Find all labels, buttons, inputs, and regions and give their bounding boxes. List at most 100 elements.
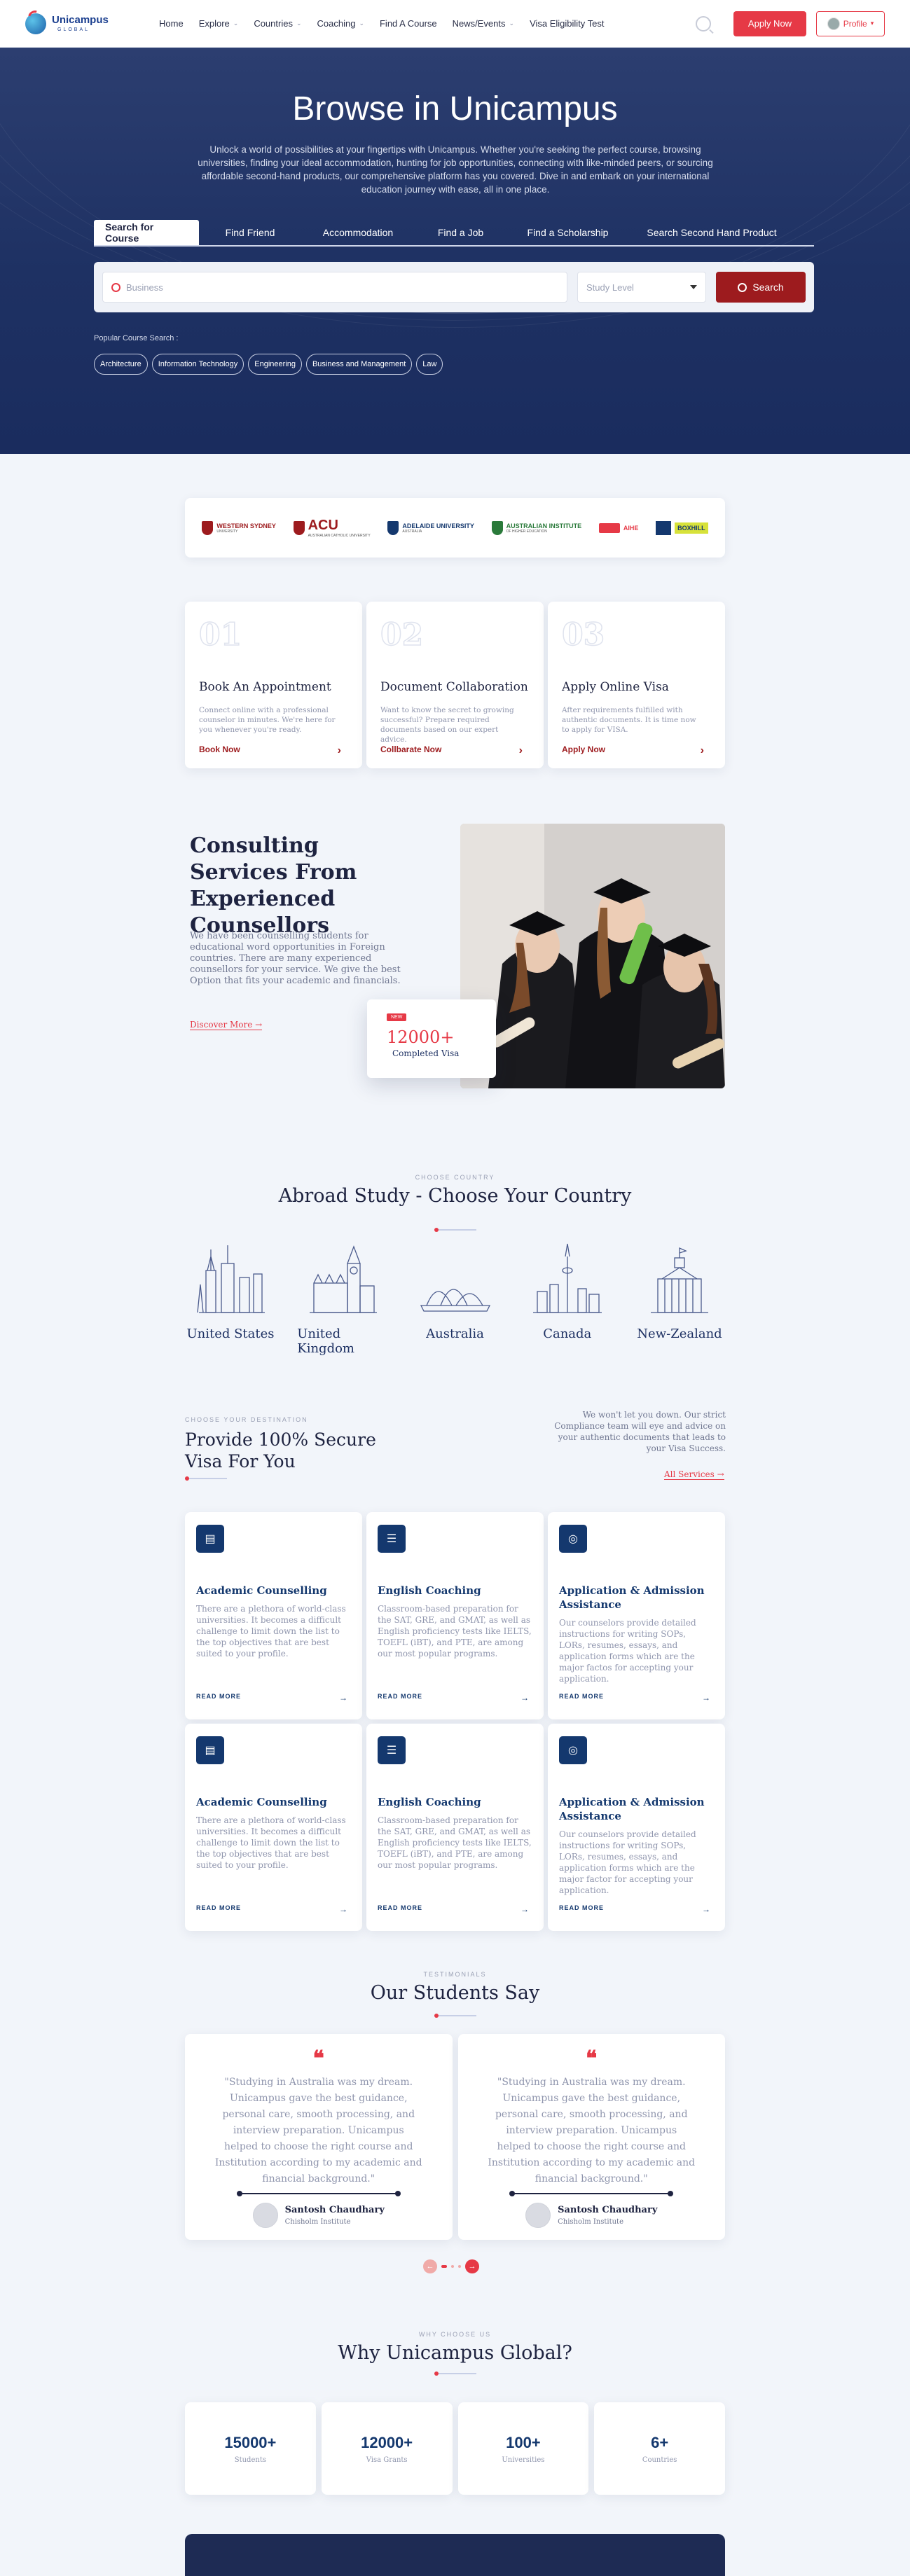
step-title: Apply Online Visa — [562, 680, 669, 694]
prev-arrow-icon[interactable]: ← — [423, 2259, 437, 2273]
tab-find-a-scholarship[interactable]: Find a Scholarship — [506, 220, 629, 245]
nav-item-label: Countries — [254, 18, 293, 29]
pager-dot[interactable] — [451, 2265, 454, 2268]
course-search-input[interactable]: Business — [102, 272, 567, 303]
step-card: 01 Book An Appointment Connect online with… — [185, 602, 362, 768]
read-more-link[interactable]: READ MORE → — [559, 1693, 711, 1703]
popular-chip[interactable]: Architecture — [94, 354, 148, 375]
tab-search-second-hand-product[interactable]: Search Second Hand Product — [635, 220, 789, 245]
step-description: Connect online with a professional couns… — [199, 706, 336, 734]
read-more-link[interactable]: READ MORE → — [378, 1693, 530, 1703]
nav-item-visa-eligibility-test[interactable]: Visa Eligibility Test — [522, 18, 612, 29]
step-number: 03 — [561, 616, 605, 653]
testimonial-list: ❝ "Studying in Australia was my dream. Un… — [185, 2034, 725, 2240]
country-name: New-Zealand — [637, 1327, 722, 1341]
search-button[interactable]: Search — [716, 272, 806, 303]
countries-eyebrow: CHOOSE COUNTRY — [415, 1174, 495, 1181]
popular-chip[interactable]: Information Technology — [151, 354, 244, 375]
popular-chip[interactable]: Engineering — [248, 354, 302, 375]
next-arrow-icon[interactable]: → — [465, 2259, 479, 2273]
read-more-link[interactable]: READ MORE → — [559, 1904, 711, 1914]
country-united-states[interactable]: United States — [185, 1242, 276, 1356]
partner-logo[interactable]: WESTERN SYDNEY UNIVERSITY — [202, 520, 276, 535]
nav-item-label: Find A Course — [379, 18, 437, 29]
service-card: ◎ Application & Admission Assistance Our c… — [548, 1512, 725, 1719]
partner-sub: AUSTRALIA — [402, 529, 422, 534]
nav-item-find-a-course[interactable]: Find A Course — [372, 18, 445, 29]
testimonial-card: ❝ "Studying in Australia was my dream. Un… — [185, 2034, 453, 2240]
discover-more-label: Discover More — [190, 1020, 253, 1030]
testimonials-eyebrow: TESTIMONIALS — [423, 1971, 487, 1978]
nav-item-label: News/Events — [452, 18, 506, 29]
hero-description: Unlock a world of possibilities at your … — [198, 144, 713, 195]
read-more-link[interactable]: READ MORE → — [196, 1693, 348, 1703]
stats-row: 15000+ Students 12000+ Visa Grants 100+ Unive… — [185, 2402, 725, 2495]
university-crest-icon — [491, 520, 503, 535]
chevron-right-icon: › — [337, 745, 341, 756]
nav-item-coaching[interactable]: Coaching ⌄ — [310, 18, 372, 29]
university-crest-icon — [598, 522, 620, 533]
profile-button[interactable]: Profile ▾ — [816, 11, 885, 36]
step-card: 03 Apply Online Visa After requirements fu… — [548, 602, 725, 768]
partner-logo[interactable]: ADELAIDE UNIVERSITY AUSTRALIA — [387, 520, 474, 535]
service-card: ▤ Academic Counselling There are a plethor… — [185, 1724, 362, 1931]
target-icon: ◎ — [559, 1736, 587, 1764]
brand-logo[interactable]: Unicampus GLOBAL — [25, 13, 137, 34]
university-crest-icon — [387, 520, 399, 535]
testimonial-author: Santosh Chaudhary Chisholm Institute — [185, 2203, 453, 2228]
read-more-link[interactable]: READ MORE → — [196, 1904, 348, 1914]
step-link[interactable]: Book Now › — [199, 745, 341, 757]
partner-logos: WESTERN SYDNEY UNIVERSITY ACU AUSTRALIAN CA… — [185, 498, 725, 558]
caret-down-icon — [690, 285, 697, 289]
country-canada[interactable]: Canada — [522, 1242, 613, 1356]
stat-value: 15000+ — [224, 2433, 277, 2451]
partner-logo[interactable]: BOXHILL — [656, 520, 708, 535]
discover-more-link[interactable]: Discover More → — [190, 1020, 263, 1030]
partner-name: AUSTRALIAN INSTITUTE — [506, 522, 582, 529]
nav-item-explore[interactable]: Explore ⌄ — [191, 18, 247, 29]
country-name: Canada — [543, 1327, 592, 1341]
partner-logo[interactable]: AUSTRALIAN INSTITUTE OF HIGHER EDUCATION — [491, 520, 582, 535]
arrow-right-icon: → — [339, 1693, 348, 1703]
read-more-link[interactable]: READ MORE → — [378, 1904, 530, 1914]
study-level-placeholder: Study Level — [586, 282, 634, 293]
partner-sub: UNIVERSITY — [216, 529, 238, 534]
university-crest-icon — [202, 520, 214, 535]
apply-now-button[interactable]: Apply Now — [733, 11, 806, 36]
service-card: ☰ English Coaching Classroom-based prepara… — [366, 1512, 544, 1719]
service-title: Academic Counselling — [196, 1796, 327, 1808]
pager-dot-active[interactable] — [441, 2265, 447, 2268]
country-name: United States — [186, 1327, 275, 1341]
country-new-zealand[interactable]: New-Zealand — [634, 1242, 725, 1356]
country-name: United Kingdom — [297, 1327, 354, 1356]
countries-title: Abroad Study - Choose Your Country — [278, 1185, 632, 1207]
tab-find-friend[interactable]: Find Friend — [205, 220, 296, 245]
search-box: Business Study Level Search — [94, 262, 814, 312]
arrow-right-icon: → — [521, 1904, 530, 1914]
nav-item-home[interactable]: Home — [151, 18, 191, 29]
search-icon[interactable] — [696, 15, 711, 32]
search-icon — [738, 282, 747, 292]
nav-item-news-events[interactable]: News/Events ⌄ — [445, 18, 522, 29]
tab-accommodation[interactable]: Accommodation — [301, 220, 415, 245]
partner-logo[interactable]: AIHE — [598, 522, 638, 533]
nav-item-countries[interactable]: Countries ⌄ — [246, 18, 309, 29]
country-united-kingdom[interactable]: United Kingdom — [297, 1242, 388, 1356]
step-link[interactable]: Collbarate Now › — [380, 745, 523, 757]
university-crest-icon — [656, 520, 672, 535]
partner-name: ADELAIDE UNIVERSITY — [402, 522, 474, 529]
country-australia[interactable]: Australia — [410, 1242, 501, 1356]
tab-search-for-course[interactable]: Search for Course — [94, 220, 199, 245]
all-services-link[interactable]: All Services → — [664, 1469, 724, 1480]
popular-chip[interactable]: Law — [416, 354, 443, 375]
country-name: Australia — [426, 1327, 484, 1341]
step-link[interactable]: Apply Now › — [562, 745, 704, 757]
chevron-down-icon: ⌄ — [233, 20, 239, 27]
tab-find-a-job[interactable]: Find a Job — [420, 220, 501, 245]
study-level-select[interactable]: Study Level — [577, 272, 706, 303]
partner-logo[interactable]: ACU AUSTRALIAN CATHOLIC UNIVERSITY — [293, 518, 371, 538]
pager-dot[interactable] — [458, 2265, 461, 2268]
partner-name: BOXHILL — [675, 522, 708, 534]
popular-chip[interactable]: Business and Management — [305, 354, 413, 375]
footer-band — [185, 2534, 725, 2576]
